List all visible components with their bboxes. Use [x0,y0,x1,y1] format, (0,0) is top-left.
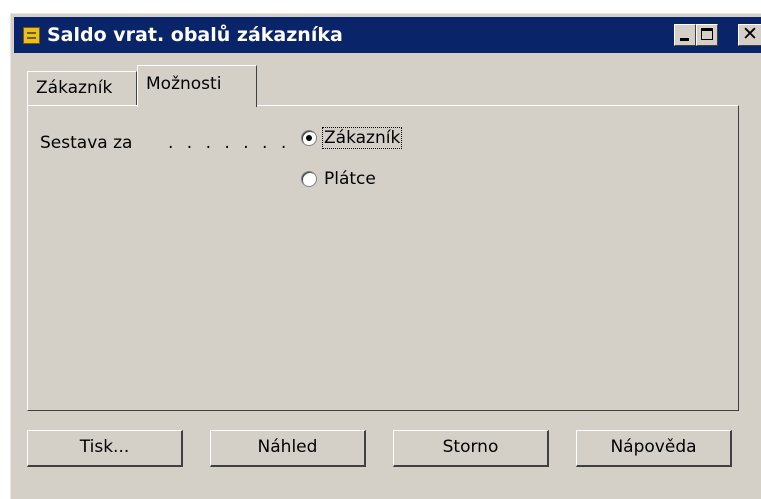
cancel-button-label: Storno [442,437,499,457]
print-button[interactable]: Tisk... [27,430,183,467]
cancel-button[interactable]: Storno [393,430,549,467]
help-button-label: Nápověda [610,437,697,457]
tab-zakaznik[interactable]: Zákazník [27,71,137,105]
tab-label: Možnosti [146,74,222,94]
preview-button-label: Náhled [257,437,318,457]
tab-moznosti[interactable]: Možnosti [137,65,257,107]
title-bar[interactable]: Saldo vrat. obalů zákazníka ✕ [14,17,761,53]
report-for-label: Sestava za [40,133,133,153]
close-icon: ✕ [742,23,758,45]
print-button-label: Tisk... [79,437,130,457]
minimize-button[interactable] [674,24,696,46]
minimize-icon [680,38,689,41]
tab-label: Zákazník [36,78,113,98]
tab-panel-moznosti: Sestava za . . . . . . . Zákazník Plátce [27,105,739,411]
radio-button-checked[interactable] [301,130,317,146]
maximize-icon [701,28,713,40]
maximize-button[interactable] [696,24,718,46]
preview-button[interactable]: Náhled [210,430,366,467]
radio-button[interactable] [301,171,317,187]
leader-dots: . . . . . . . [168,133,291,153]
window-title: Saldo vrat. obalů zákazníka [47,24,343,46]
close-button[interactable]: ✕ [738,23,761,46]
radio-label[interactable]: Zákazník [321,127,403,149]
help-button[interactable]: Nápověda [576,430,732,467]
radio-label[interactable]: Plátce [323,169,377,189]
form-icon[interactable] [23,27,40,44]
